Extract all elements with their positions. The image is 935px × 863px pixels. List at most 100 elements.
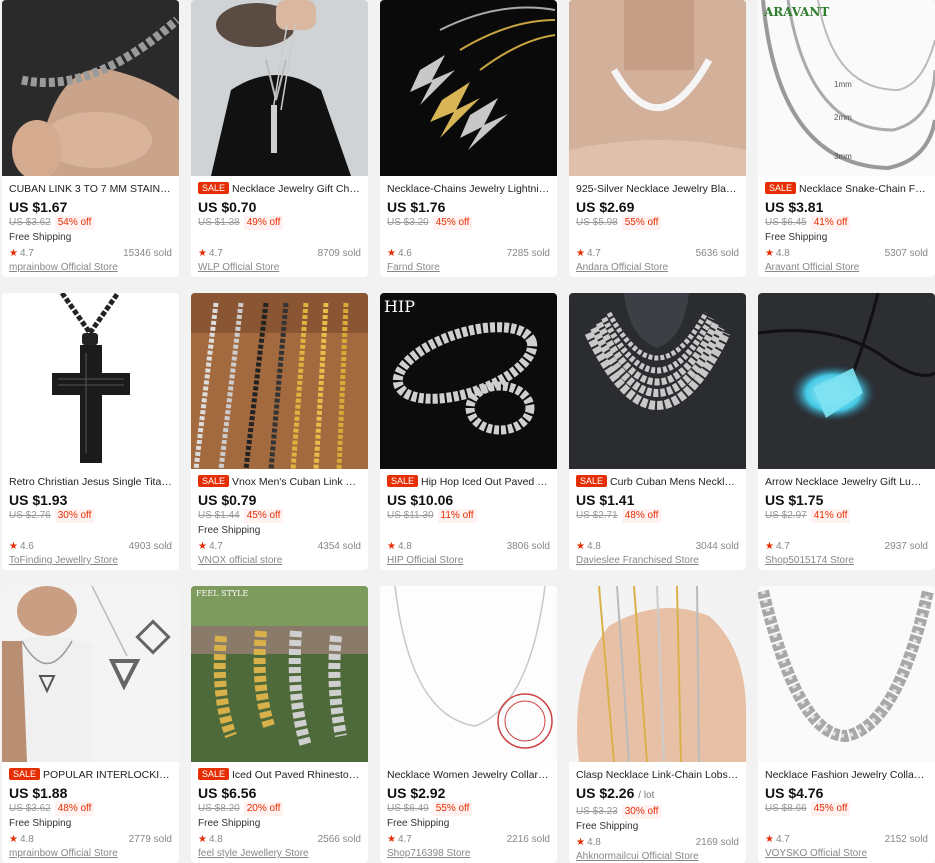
product-title[interactable]: Necklace Women Jewelry Collares Silver 9… [387, 768, 550, 782]
store-link[interactable]: Aravant Official Store [765, 261, 928, 275]
discount-badge: 49% off [243, 216, 284, 230]
product-image[interactable] [569, 293, 746, 469]
rating-value: 4.7 [208, 541, 223, 552]
discount-badge: 20% off [243, 802, 284, 816]
product-card[interactable]: Arrow Necklace Jewelry Gift Luminous Sto… [758, 293, 935, 570]
product-title[interactable]: CUBAN LINK 3 TO 7 MM STAINLESS STEEL [9, 182, 172, 196]
product-title[interactable]: Necklace-Chains Jewelry Lightning Bolt P… [387, 182, 550, 196]
store-link[interactable]: feel style Jewellery Store [198, 847, 361, 861]
product-card[interactable]: CUBAN LINK 3 TO 7 MM STAINLESS STEEL US … [2, 0, 179, 277]
sale-badge: SALE [765, 182, 797, 194]
product-image[interactable] [758, 293, 935, 469]
sold-count: 2216 sold [506, 834, 550, 845]
store-link[interactable]: VOYSKO Official Store [765, 847, 928, 861]
product-image[interactable] [2, 586, 179, 762]
product-image[interactable] [191, 293, 368, 469]
product-image[interactable] [380, 586, 557, 762]
sale-badge: SALE [198, 768, 230, 780]
product-title[interactable]: SALENecklace Snake-Chain Fashion Jewelry [765, 182, 928, 196]
sold-count: 3044 sold [695, 541, 739, 552]
product-card[interactable]: Necklace Fashion Jewelry Collana Cuban U… [758, 586, 935, 863]
rating-value: 4.7 [208, 248, 223, 259]
discount-badge: 45% off [810, 802, 851, 816]
product-price: US $4.76 [765, 785, 824, 801]
product-image[interactable] [569, 586, 746, 762]
product-title[interactable]: SALECurb Cuban Mens Necklace Stainless S… [576, 475, 739, 489]
product-title[interactable]: SALEVnox Men's Cuban Link Chain Necklace… [198, 475, 361, 489]
product-card[interactable]: Necklace Women Jewelry Collares Silver 9… [380, 586, 557, 863]
product-price: US $1.75 [765, 492, 824, 508]
product-card[interactable]: SALEPOPULAR INTERLOCKING SQUARE TRIANGLE… [2, 586, 179, 863]
product-card[interactable]: SALENecklace Jewelry Gift Chain Bar Pend… [191, 0, 368, 277]
sold-count: 3806 sold [506, 541, 550, 552]
product-card[interactable]: Clasp Necklace Link-Chain Lobster Clasps… [569, 586, 746, 863]
product-image[interactable] [380, 0, 557, 176]
product-title-text: Necklace Fashion Jewelry Collana Cuban [765, 769, 928, 781]
original-price: US $8.20 [198, 803, 240, 814]
rating-value: 4.8 [586, 837, 601, 848]
store-link[interactable]: Ahknormailcui Official Store [576, 850, 739, 863]
star-icon: ★ [765, 541, 774, 552]
product-title[interactable]: 925-Silver Necklace Jewelry Blade-Chain [576, 182, 739, 196]
star-icon: ★ [765, 248, 774, 259]
product-card[interactable]: FEEL STYLE SALE Iced Out Paved Rhinestone… [191, 586, 368, 863]
rating: ★ 4.8 [765, 247, 790, 261]
product-image[interactable] [2, 0, 179, 176]
discount-badge: 54% off [54, 216, 95, 230]
size-label-3mm: 3mm [834, 152, 852, 161]
product-title[interactable]: SALEPOPULAR INTERLOCKING SQUARE TRIANGLE [9, 768, 172, 782]
product-title[interactable]: SALEHip Hop Iced Out Paved Rhinestones C… [387, 475, 550, 489]
brand-watermark: HIP [384, 297, 416, 316]
store-link[interactable]: HIP Official Store [387, 554, 550, 568]
product-card[interactable]: SALEVnox Men's Cuban Link Chain Necklace… [191, 293, 368, 570]
product-card[interactable]: 925-Silver Necklace Jewelry Blade-Chain … [569, 0, 746, 277]
product-title[interactable]: Retro Christian Jesus Single Titanium Cr… [9, 475, 172, 489]
product-title[interactable]: Clasp Necklace Link-Chain Lobster Clasps [576, 768, 739, 782]
rating: ★ 4.6 [9, 540, 34, 554]
product-card[interactable]: SALECurb Cuban Mens Necklace Stainless S… [569, 293, 746, 570]
store-link[interactable]: Farnd Store [387, 261, 550, 275]
shipping-label [765, 523, 928, 538]
original-price: US $2.97 [765, 510, 807, 521]
original-price: US $1.44 [198, 510, 240, 521]
product-image[interactable] [2, 293, 179, 469]
store-link[interactable]: VNOX official store [198, 554, 361, 568]
product-title[interactable]: SALEIced Out Paved Rhinestones Cuban Lin… [198, 768, 361, 782]
product-image[interactable] [191, 0, 368, 176]
product-card[interactable]: HIP SALEHip Hop Iced Out Paved Rhineston… [380, 293, 557, 570]
product-image[interactable] [569, 0, 746, 176]
product-title[interactable]: Arrow Necklace Jewelry Gift Luminous Sto… [765, 475, 928, 489]
rating: ★ 4.7 [198, 247, 223, 261]
store-link[interactable]: mprainbow Official Store [9, 847, 172, 861]
product-title-text: Hip Hop Iced Out Paved Rhinestones Cuban [421, 476, 550, 488]
product-card[interactable]: ARAVANT 1mm 2mm 3mm SALE Necklace Snake-C… [758, 0, 935, 277]
sold-count: 2152 sold [884, 834, 928, 845]
store-link[interactable]: mprainbow Official Store [9, 261, 172, 275]
product-image[interactable] [758, 586, 935, 762]
product-image[interactable]: HIP [380, 293, 557, 469]
store-link[interactable]: Davieslee Franchised Store [576, 554, 739, 568]
discount-badge: 48% off [621, 509, 662, 523]
product-price: US $2.26 / lot [576, 784, 739, 805]
product-card[interactable]: Retro Christian Jesus Single Titanium Cr… [2, 293, 179, 570]
rating: ★ 4.7 [9, 247, 34, 261]
product-card[interactable]: Necklace-Chains Jewelry Lightning Bolt P… [380, 0, 557, 277]
shipping-label [765, 816, 928, 831]
product-image[interactable]: ARAVANT 1mm 2mm 3mm [758, 0, 935, 176]
store-link[interactable]: Shop716398 Store [387, 847, 550, 861]
shipping-label [576, 230, 739, 245]
product-price: US $1.41 [576, 492, 635, 508]
shipping-label: Free Shipping [9, 818, 72, 829]
product-title[interactable]: SALENecklace Jewelry Gift Chain Bar Pend… [198, 182, 361, 196]
discount-badge: 48% off [54, 802, 95, 816]
product-image[interactable]: FEEL STYLE [191, 586, 368, 762]
product-price: US $0.79 [198, 492, 257, 508]
product-title[interactable]: Necklace Fashion Jewelry Collana Cuban [765, 768, 928, 782]
store-link[interactable]: WLP Official Store [198, 261, 361, 275]
rating-value: 4.8 [397, 541, 412, 552]
rating: ★ 4.8 [576, 836, 601, 850]
sold-count: 2937 sold [884, 541, 928, 552]
store-link[interactable]: ToFinding Jewellry Store [9, 554, 172, 568]
store-link[interactable]: Andara Official Store [576, 261, 739, 275]
store-link[interactable]: Shop5015174 Store [765, 554, 928, 568]
